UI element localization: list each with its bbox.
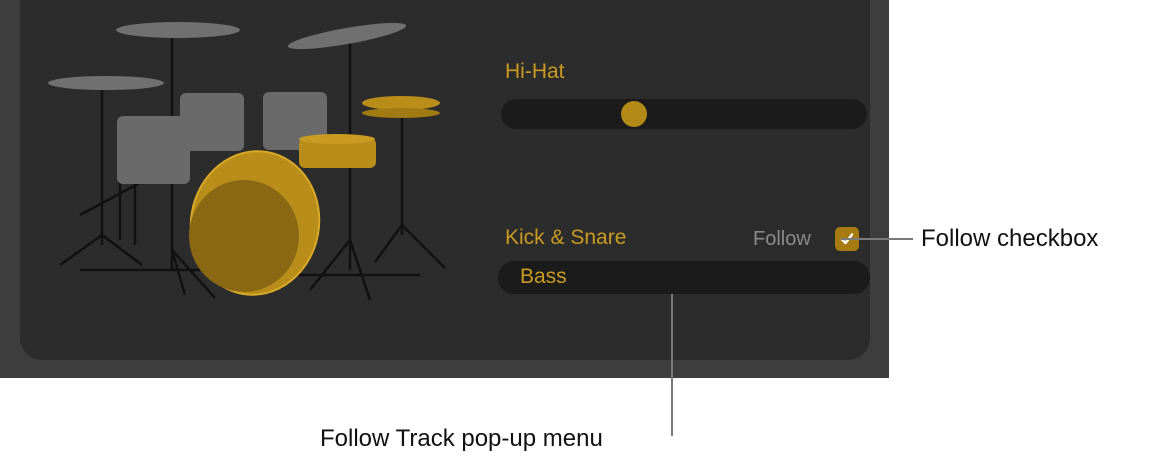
snare-top [299,134,375,144]
follow-track-value: Bass [520,265,567,288]
follow-checkbox-callout-line [841,238,913,240]
hihat-slider-knob[interactable] [620,101,647,127]
ride-cymbal [48,76,164,90]
hihat-bottom [362,108,440,118]
follow-track-callout: Follow Track pop-up menu [320,425,603,452]
drum-kit-icon[interactable] [20,0,480,320]
drummer-panel: Hi-Hat Kick & Snare Follow Bass [20,0,870,360]
hihat-label: Hi-Hat [505,60,565,83]
kick-snare-label: Kick & Snare [505,226,627,249]
hihat-top [362,96,440,110]
kick-drum-head [189,180,299,292]
follow-checkbox-callout: Follow checkbox [921,225,1099,252]
follow-label: Follow [753,228,811,250]
crash-cymbal-right [287,22,407,50]
follow-track-callout-line [671,294,673,436]
hihat-slider[interactable] [501,99,867,129]
drummer-editor-section: Hi-Hat Kick & Snare Follow Bass [0,0,889,378]
crash-cymbal-left [116,22,240,38]
follow-track-popup-menu[interactable]: Bass [498,261,870,294]
floor-tom [117,116,190,184]
